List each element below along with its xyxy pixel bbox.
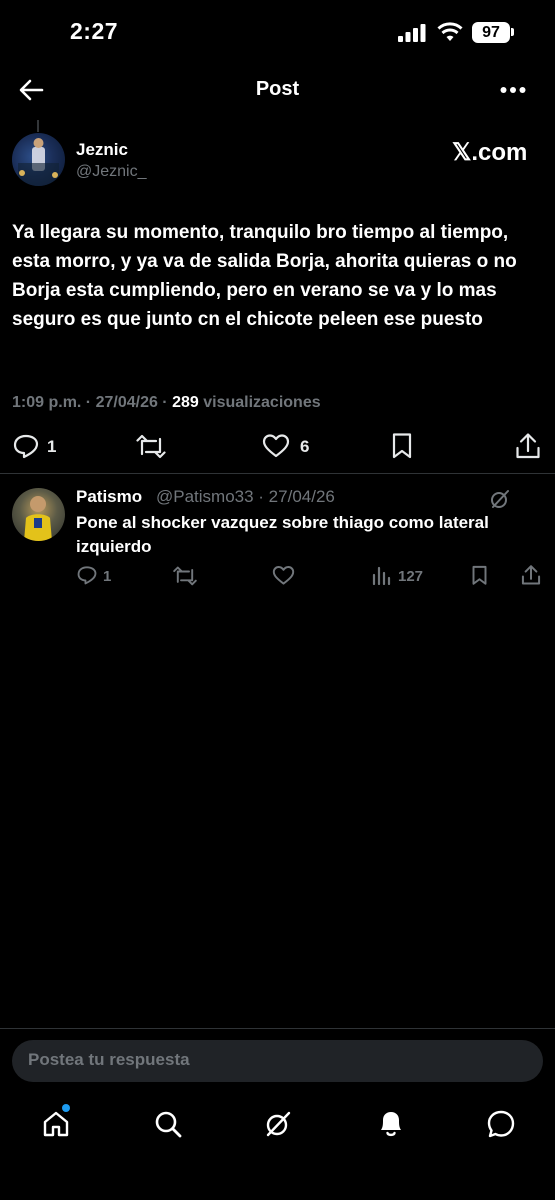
like-count: 6 bbox=[300, 437, 310, 456]
battery-indicator: 97 bbox=[472, 22, 510, 43]
divider bbox=[0, 473, 555, 474]
more-options-icon[interactable] bbox=[500, 86, 526, 94]
reply-author-name[interactable]: Patismo bbox=[76, 487, 142, 507]
share-button[interactable] bbox=[515, 432, 541, 460]
page-title: Post bbox=[255, 78, 300, 100]
share-icon bbox=[521, 565, 541, 585]
reply-icon bbox=[77, 566, 97, 585]
bookmark-button[interactable] bbox=[391, 432, 413, 460]
reply-author-meta[interactable]: @Patismo33 · 27/04/26 bbox=[156, 487, 335, 507]
thread-connector bbox=[37, 120, 39, 132]
reply-reply-count: 1 bbox=[103, 568, 112, 585]
post-text: Ya llegara su momento, tranquilo bro tie… bbox=[12, 222, 517, 330]
reply-like-button[interactable] bbox=[272, 565, 295, 586]
reply-text: Pone al shocker vazquez sobre thiago com… bbox=[76, 513, 489, 556]
reply-author-avatar[interactable] bbox=[12, 488, 65, 541]
repost-icon bbox=[173, 566, 197, 586]
like-button[interactable] bbox=[262, 433, 290, 459]
wifi-icon bbox=[437, 22, 463, 42]
post-timestamp: 1:09 p.m. · 27/04/26 · bbox=[12, 394, 173, 411]
reply-icon bbox=[13, 434, 39, 459]
reply-reply-button[interactable] bbox=[76, 565, 98, 585]
reply-bookmark-button[interactable] bbox=[471, 565, 488, 586]
heart-icon bbox=[262, 434, 290, 458]
reply-views-button[interactable] bbox=[372, 565, 392, 585]
grok-icon[interactable] bbox=[489, 488, 511, 510]
home-notification-dot bbox=[62, 1104, 70, 1112]
composer-placeholder: Postea tu respuesta bbox=[28, 1050, 190, 1069]
reply-repost-button[interactable] bbox=[173, 565, 197, 586]
repost-icon bbox=[136, 434, 166, 459]
reply-count: 1 bbox=[47, 437, 57, 456]
post-meta: 1:09 p.m. · 27/04/26 · 289 visualizacion… bbox=[12, 394, 321, 412]
x-com-badge: 𝕏.com bbox=[452, 139, 528, 166]
views-label: visualizaciones bbox=[198, 394, 321, 411]
grok-icon[interactable] bbox=[264, 1110, 292, 1138]
bookmark-icon bbox=[392, 433, 412, 459]
cellular-signal-icon bbox=[398, 24, 426, 42]
status-time: 2:27 bbox=[70, 18, 119, 44]
reply-views-count: 127 bbox=[398, 568, 424, 585]
bookmark-icon bbox=[472, 565, 487, 585]
battery-tip bbox=[511, 28, 514, 36]
reply-share-button[interactable] bbox=[521, 564, 541, 586]
messages-icon[interactable] bbox=[486, 1109, 516, 1139]
repost-button[interactable] bbox=[136, 433, 166, 459]
notifications-icon[interactable] bbox=[377, 1108, 405, 1138]
reply-button[interactable] bbox=[12, 433, 40, 459]
search-icon[interactable] bbox=[154, 1110, 182, 1138]
composer-divider bbox=[0, 1028, 555, 1029]
views-chart-icon bbox=[372, 566, 391, 585]
author-avatar[interactable] bbox=[12, 133, 65, 186]
author-handle[interactable]: @Jeznic_ bbox=[76, 163, 147, 181]
author-name[interactable]: Jeznic bbox=[76, 140, 128, 160]
views-count: 289 bbox=[172, 394, 199, 411]
home-icon[interactable] bbox=[42, 1110, 70, 1138]
heart-icon bbox=[272, 566, 295, 585]
share-icon bbox=[516, 433, 540, 459]
more-options-icon[interactable] bbox=[517, 490, 543, 506]
